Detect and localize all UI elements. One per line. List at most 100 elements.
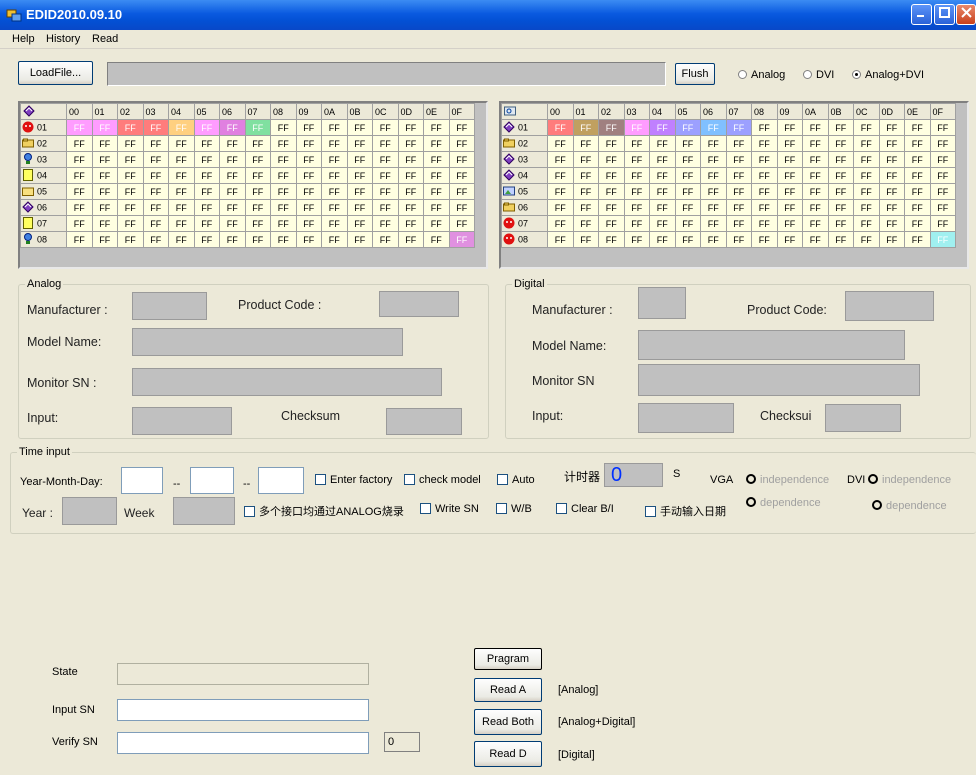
digital-hex-cell[interactable]: FF <box>623 119 650 136</box>
analog-hex-cell[interactable]: FF <box>397 215 424 232</box>
digital-hex-cell[interactable]: FF <box>700 231 727 248</box>
analog-hex-cell[interactable]: FF <box>372 135 399 152</box>
analog-hex-cell[interactable]: FF <box>270 135 297 152</box>
digital-hex-cell[interactable]: FF <box>751 151 778 168</box>
read-both-button[interactable]: Read Both <box>474 709 542 735</box>
analog-hex-cell[interactable]: FF <box>270 215 297 232</box>
digital-hex-cell[interactable]: FF <box>776 215 803 232</box>
digital-hex-cell[interactable]: FF <box>725 215 752 232</box>
analog-hex-cell[interactable]: FF <box>270 199 297 216</box>
analog-hex-cell[interactable]: FF <box>142 215 169 232</box>
radio-analog-circle[interactable] <box>738 69 747 79</box>
analog-hex-cell[interactable]: FF <box>117 199 144 216</box>
menu-read[interactable]: Read <box>92 33 118 45</box>
digital-hex-cell[interactable]: FF <box>572 167 599 184</box>
analog-hex-cell[interactable]: FF <box>346 231 373 248</box>
analog-hex-cell[interactable]: FF <box>219 183 246 200</box>
digital-hex-cell[interactable]: FF <box>853 151 880 168</box>
loadfile-button[interactable]: LoadFile... <box>18 61 93 85</box>
analog-hex-cell[interactable]: FF <box>321 151 348 168</box>
digital-hex-cell[interactable]: FF <box>649 151 676 168</box>
analog-hex-cell[interactable]: FF <box>142 231 169 248</box>
digital-hex-cell[interactable]: FF <box>649 135 676 152</box>
digital-hex-cell[interactable]: FF <box>853 119 880 136</box>
analog-hex-cell[interactable]: FF <box>448 215 475 232</box>
digital-hex-cell[interactable]: FF <box>725 231 752 248</box>
digital-hex-cell[interactable]: FF <box>598 135 625 152</box>
analog-hex-cell[interactable]: FF <box>193 119 220 136</box>
analog-hex-cell[interactable]: FF <box>244 215 271 232</box>
digital-hex-cell[interactable]: FF <box>623 151 650 168</box>
digital-hex-cell[interactable]: FF <box>547 135 574 152</box>
analog-hex-cell[interactable]: FF <box>372 167 399 184</box>
analog-hex-cell[interactable]: FF <box>423 183 450 200</box>
title-bar[interactable]: EDID2010.09.10 <box>0 0 976 30</box>
analog-hex-cell[interactable]: FF <box>372 151 399 168</box>
digital-hex-cell[interactable]: FF <box>827 215 854 232</box>
digital-hex-cell[interactable]: FF <box>776 135 803 152</box>
analog-hex-cell[interactable]: FF <box>270 231 297 248</box>
digital-hex-cell[interactable]: FF <box>802 135 829 152</box>
digital-hex-cell[interactable]: FF <box>674 151 701 168</box>
digital-hex-cell[interactable]: FF <box>572 231 599 248</box>
digital-hex-cell[interactable]: FF <box>751 199 778 216</box>
flush-button[interactable]: Flush <box>675 63 715 85</box>
digital-hex-cell[interactable]: FF <box>572 199 599 216</box>
digital-hex-cell[interactable]: FF <box>700 215 727 232</box>
digital-hex-cell[interactable]: FF <box>802 231 829 248</box>
write-sn-box[interactable] <box>420 502 431 514</box>
analog-hex-cell[interactable]: FF <box>66 119 93 136</box>
multi-port-checkbox[interactable]: 多个接口均通过ANALOG烧录 <box>244 503 404 519</box>
menu-history[interactable]: History <box>46 33 80 45</box>
read-a-button[interactable]: Read A <box>474 678 542 702</box>
analog-hex-cell[interactable]: FF <box>193 151 220 168</box>
analog-hex-cell[interactable]: FF <box>91 199 118 216</box>
analog-hex-cell[interactable]: FF <box>270 151 297 168</box>
digital-hex-cell[interactable]: FF <box>623 215 650 232</box>
analog-hex-cell[interactable]: FF <box>397 231 424 248</box>
dvi-independence-radio[interactable]: independence <box>868 474 951 486</box>
analog-hex-cell[interactable]: FF <box>321 167 348 184</box>
digital-hex-cell[interactable]: FF <box>572 135 599 152</box>
digital-hex-cell[interactable]: FF <box>623 199 650 216</box>
digital-hex-cell[interactable]: FF <box>776 183 803 200</box>
analog-hex-cell[interactable]: FF <box>295 183 322 200</box>
analog-hex-cell[interactable]: FF <box>397 135 424 152</box>
digital-hex-cell[interactable]: FF <box>700 151 727 168</box>
analog-hex-cell[interactable]: FF <box>117 231 144 248</box>
analog-hex-cell[interactable]: FF <box>397 119 424 136</box>
wb-box[interactable] <box>496 502 507 514</box>
analog-hex-cell[interactable]: FF <box>117 135 144 152</box>
digital-hex-cell[interactable]: FF <box>878 215 905 232</box>
digital-hex-cell[interactable]: FF <box>878 231 905 248</box>
analog-hex-cell[interactable]: FF <box>423 151 450 168</box>
digital-hex-cell[interactable]: FF <box>827 199 854 216</box>
digital-hex-cell[interactable]: FF <box>598 183 625 200</box>
digital-hex-cell[interactable]: FF <box>853 167 880 184</box>
analog-hex-cell[interactable]: FF <box>346 135 373 152</box>
analog-hex-cell[interactable]: FF <box>397 183 424 200</box>
analog-hex-cell[interactable]: FF <box>193 183 220 200</box>
analog-hex-cell[interactable]: FF <box>193 199 220 216</box>
digital-hex-cell[interactable]: FF <box>802 167 829 184</box>
month-input[interactable] <box>190 467 234 494</box>
analog-hex-cell[interactable]: FF <box>66 199 93 216</box>
vga-dependence-circle[interactable] <box>746 497 756 508</box>
analog-hex-cell[interactable]: FF <box>346 183 373 200</box>
digital-hex-cell[interactable]: FF <box>853 135 880 152</box>
digital-hex-cell[interactable]: FF <box>547 199 574 216</box>
digital-hex-cell[interactable]: FF <box>776 151 803 168</box>
analog-hex-cell[interactable]: FF <box>168 151 195 168</box>
digital-hex-cell[interactable]: FF <box>929 231 956 248</box>
analog-hex-cell[interactable]: FF <box>168 119 195 136</box>
analog-hex-cell[interactable]: FF <box>321 119 348 136</box>
analog-hex-cell[interactable]: FF <box>346 215 373 232</box>
digital-hex-cell[interactable]: FF <box>776 199 803 216</box>
auto-box[interactable] <box>497 473 508 485</box>
analog-hex-cell[interactable]: FF <box>193 215 220 232</box>
digital-hex-cell[interactable]: FF <box>649 183 676 200</box>
digital-hex-cell[interactable]: FF <box>827 231 854 248</box>
digital-hex-cell[interactable]: FF <box>700 135 727 152</box>
digital-hex-cell[interactable]: FF <box>547 215 574 232</box>
clear-bi-box[interactable] <box>556 502 567 514</box>
